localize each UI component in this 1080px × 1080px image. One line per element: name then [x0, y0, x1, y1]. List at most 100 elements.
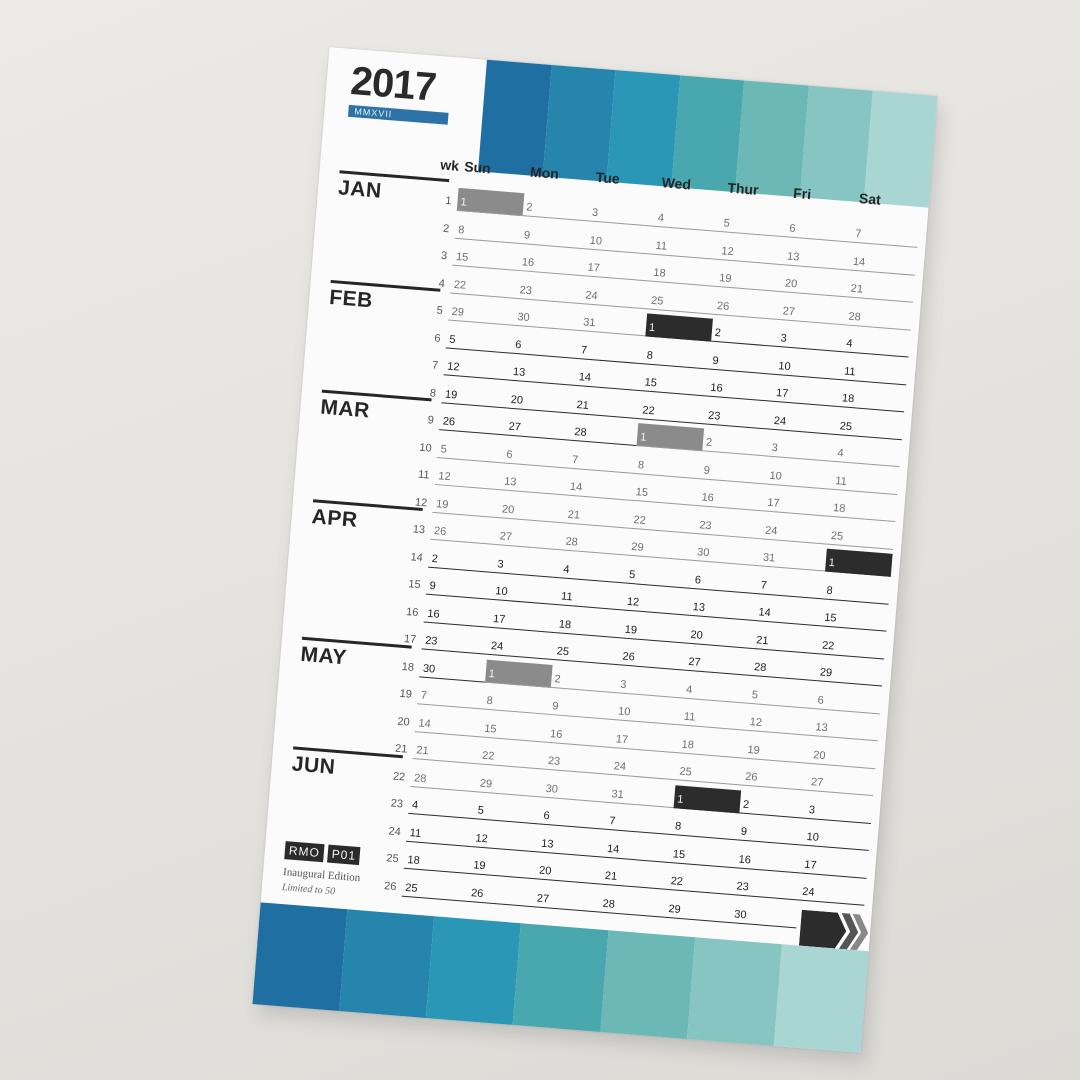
day-number: 12 [437, 470, 452, 484]
day-number: 30 [545, 782, 559, 796]
week-number: 24 [388, 824, 402, 838]
brand-left: RMO [284, 841, 325, 863]
day-cell: 1 [456, 187, 525, 217]
day-number: 29 [451, 305, 465, 319]
day-number: 29 [668, 902, 682, 916]
week-number: 3 [440, 249, 448, 263]
day-cell: 22 [638, 395, 707, 424]
day-number: 6 [788, 222, 796, 236]
day-number: 21 [850, 282, 864, 296]
week-number: 6 [433, 331, 441, 345]
weekday-header: Mon [529, 163, 560, 182]
day-cell: 8 [482, 686, 551, 715]
day-number: 18 [558, 617, 572, 631]
day-cell: 13 [783, 241, 852, 270]
day-cell: 12 [471, 823, 540, 852]
day-number: 27 [782, 304, 796, 318]
day-number: 18 [407, 853, 421, 867]
day-cell: 17 [772, 378, 841, 408]
week-column-header: wk [439, 156, 460, 174]
day-cell: 9 [520, 220, 588, 249]
weekday-header: Sat [858, 190, 882, 208]
month-label: MAR [319, 395, 371, 423]
week-number: 17 [403, 632, 417, 646]
day-number: 24 [764, 524, 778, 538]
day-number: 22 [453, 278, 467, 292]
day-number: 5 [477, 804, 485, 817]
day-cell: 25 [836, 411, 904, 440]
day-number: 12 [720, 244, 735, 258]
day-cell: 23 [515, 275, 584, 304]
day-cell: 10 [491, 576, 560, 606]
day-number: 2 [705, 436, 713, 450]
day-cell: 17 [612, 724, 680, 753]
day-cell: 19 [441, 379, 509, 408]
color-swatch [252, 902, 348, 1011]
day-cell: 29 [816, 658, 884, 687]
day-number: 15 [483, 722, 498, 736]
day-number: 13 [692, 601, 706, 614]
day-number: 13 [786, 249, 800, 263]
year-block: 2017 MMXVII [347, 59, 452, 127]
day-number: 27 [536, 891, 550, 905]
day-cell: 4 [654, 203, 722, 232]
day-cell: 29 [476, 768, 544, 798]
day-cell: 24 [770, 406, 838, 435]
day-number: 1 [676, 792, 684, 806]
color-swatch [735, 80, 809, 198]
day-number: 15 [455, 250, 469, 264]
day-cell: 11 [651, 231, 720, 260]
week-number: 25 [385, 852, 400, 866]
day-cell: 6 [785, 214, 854, 243]
day-number: 29 [819, 666, 833, 680]
week-number: 5 [436, 304, 444, 317]
day-cell: 27 [807, 767, 876, 797]
day-cell: 23 [732, 872, 801, 901]
day-cell: 22 [478, 741, 547, 770]
day-cell: 20 [781, 269, 849, 298]
day-cell: 2 [522, 193, 591, 222]
day-cell: 7 [605, 806, 674, 836]
color-swatch [773, 944, 869, 1053]
day-number: 12 [446, 360, 460, 374]
month-label: JUN [290, 751, 337, 779]
day-cell: 20 [809, 740, 878, 769]
day-number: 6 [817, 693, 825, 707]
day-cell: 16 [546, 719, 615, 748]
day-cell: 7 [568, 445, 637, 474]
day-cell: 21 [847, 274, 915, 303]
day-cell: 16 [423, 599, 492, 628]
day-number: 1 [488, 667, 496, 680]
month-label: JAN [337, 176, 383, 203]
color-swatch [513, 923, 609, 1032]
day-number: 1 [459, 196, 468, 209]
day-number: 6 [505, 448, 513, 461]
week-number: 22 [392, 770, 406, 783]
day-cell: 28 [561, 527, 630, 556]
day-number: 6 [514, 338, 522, 351]
day-number: 2 [742, 798, 750, 811]
day-number: 26 [744, 770, 758, 784]
day-cell: 27 [496, 522, 564, 551]
day-cell: 19 [621, 614, 689, 644]
day-cell: 21 [601, 861, 669, 890]
day-number: 20 [690, 628, 704, 642]
day-cell: 22 [629, 505, 698, 534]
day-number: 6 [694, 573, 702, 587]
day-number: 5 [440, 442, 448, 456]
day-cell: 7 [577, 335, 645, 364]
day-number: 1 [828, 556, 836, 570]
day-number: 15 [635, 486, 649, 500]
month-label: MAY [299, 642, 348, 669]
day-number: 31 [762, 551, 776, 565]
weekday-header: Sun [463, 158, 492, 177]
day-number: 8 [457, 223, 465, 236]
day-cell: 28 [750, 652, 819, 682]
day-cell: 4 [833, 438, 902, 468]
weekday-header: Tue [595, 168, 621, 187]
day-number: 28 [413, 771, 427, 785]
day-number: 26 [442, 415, 456, 429]
week-number: 11 [417, 468, 430, 482]
day-number: 16 [426, 607, 441, 621]
day-cell: 14 [849, 247, 917, 276]
